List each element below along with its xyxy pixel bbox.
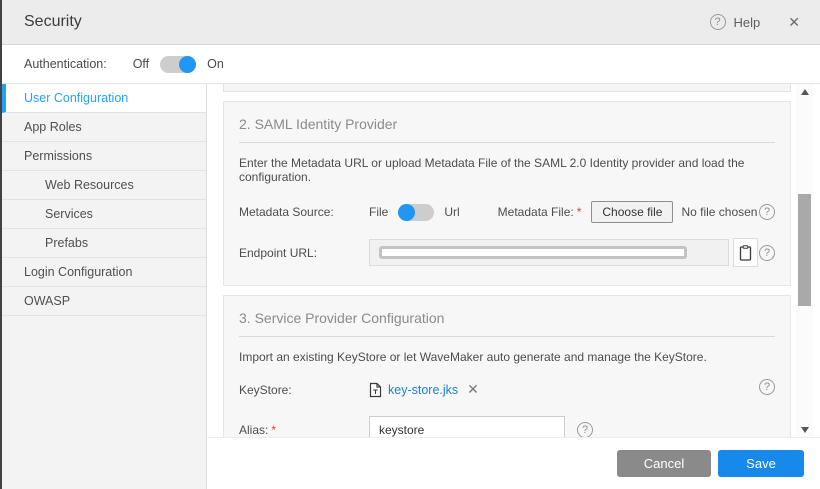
alias-label: Alias:* (239, 423, 369, 437)
copy-button[interactable] (733, 238, 758, 267)
sidebar-item-owasp[interactable]: OWASP (2, 287, 206, 316)
authentication-label: Authentication: (24, 57, 107, 71)
metadata-help-icon[interactable]: ? (759, 204, 775, 220)
previous-section-edge (223, 84, 791, 92)
scroll-down-button[interactable] (796, 422, 813, 437)
section-description: Import an existing KeyStore or let WaveM… (239, 350, 775, 364)
file-chosen-status: No file chosen (681, 205, 757, 219)
close-icon[interactable]: ✕ (788, 14, 800, 31)
content-area: 2. SAML Identity Provider Enter the Meta… (207, 84, 820, 489)
auth-off-label: Off (133, 57, 149, 71)
sidebar-item-user-configuration[interactable]: User Configuration (2, 84, 206, 113)
keystore-row: KeyStore: key-store.jks ✕ ? (239, 381, 775, 398)
arrow-down-icon (801, 427, 809, 433)
metadata-source-toggle[interactable] (398, 204, 434, 221)
remove-keystore-icon[interactable]: ✕ (467, 381, 479, 398)
redacted-value (379, 246, 687, 259)
section-title: 3. Service Provider Configuration (239, 304, 775, 337)
dialog-footer: Cancel Save (207, 437, 820, 489)
alias-row: Alias:* ? (239, 416, 775, 437)
keystore-file-link[interactable]: key-store.jks (388, 383, 458, 397)
dialog-body: User Configuration App Roles Permissions… (2, 84, 820, 489)
saml-identity-provider-section: 2. SAML Identity Provider Enter the Meta… (223, 101, 791, 286)
sidebar-item-permissions[interactable]: Permissions (2, 142, 206, 171)
url-option-label: Url (444, 205, 459, 219)
authentication-row: Authentication: Off On (2, 45, 820, 84)
sidebar: User Configuration App Roles Permissions… (2, 84, 207, 489)
metadata-file-label: Metadata File:* (498, 205, 582, 219)
endpoint-url-input[interactable] (369, 239, 729, 266)
save-button[interactable]: Save (718, 450, 804, 477)
metadata-source-row: Metadata Source: File Url Metadata File:… (239, 201, 775, 223)
auth-on-label: On (207, 57, 224, 71)
scrollbar-thumb[interactable] (798, 194, 811, 306)
service-provider-configuration-section: 3. Service Provider Configuration Import… (223, 295, 791, 437)
page-title: Security (24, 13, 82, 31)
vertical-scrollbar (796, 84, 813, 437)
sidebar-item-login-configuration[interactable]: Login Configuration (2, 258, 206, 287)
metadata-source-label: Metadata Source: (239, 205, 369, 219)
help-link[interactable]: Help (734, 15, 761, 30)
toggle-knob (398, 204, 415, 221)
scrollbar-track[interactable] (796, 99, 813, 422)
cancel-button[interactable]: Cancel (617, 450, 711, 477)
alias-input[interactable] (369, 416, 565, 437)
keystore-help-icon[interactable]: ? (759, 379, 775, 395)
sidebar-item-prefabs[interactable]: Prefabs (2, 229, 206, 258)
endpoint-url-label: Endpoint URL: (239, 246, 369, 260)
section-title: 2. SAML Identity Provider (239, 110, 775, 143)
arrow-up-icon (801, 89, 809, 95)
required-asterisk: * (577, 205, 582, 219)
alias-help-icon[interactable]: ? (577, 422, 593, 438)
choose-file-button[interactable]: Choose file (591, 201, 673, 223)
section-description: Enter the Metadata URL or upload Metadat… (239, 156, 775, 184)
security-dialog: Security ? Help ✕ Authentication: Off On… (0, 0, 820, 489)
keystore-label: KeyStore: (239, 383, 369, 397)
file-option-label: File (369, 205, 388, 219)
header-actions: ? Help ✕ (710, 14, 800, 31)
toggle-knob (179, 56, 196, 73)
file-icon (369, 382, 382, 398)
scroll-up-button[interactable] (796, 84, 813, 99)
scroll-area: 2. SAML Identity Provider Enter the Meta… (207, 84, 794, 437)
keystore-file-chip: key-store.jks ✕ (369, 381, 479, 398)
sidebar-item-services[interactable]: Services (2, 200, 206, 229)
authentication-toggle[interactable] (160, 56, 196, 73)
sidebar-item-app-roles[interactable]: App Roles (2, 113, 206, 142)
endpoint-url-row: Endpoint URL: ? (239, 238, 775, 267)
required-asterisk: * (271, 423, 276, 437)
help-icon[interactable]: ? (710, 14, 726, 30)
endpoint-help-icon[interactable]: ? (759, 245, 775, 261)
clipboard-icon (739, 245, 752, 261)
dialog-header: Security ? Help ✕ (2, 0, 820, 45)
sidebar-item-web-resources[interactable]: Web Resources (2, 171, 206, 200)
